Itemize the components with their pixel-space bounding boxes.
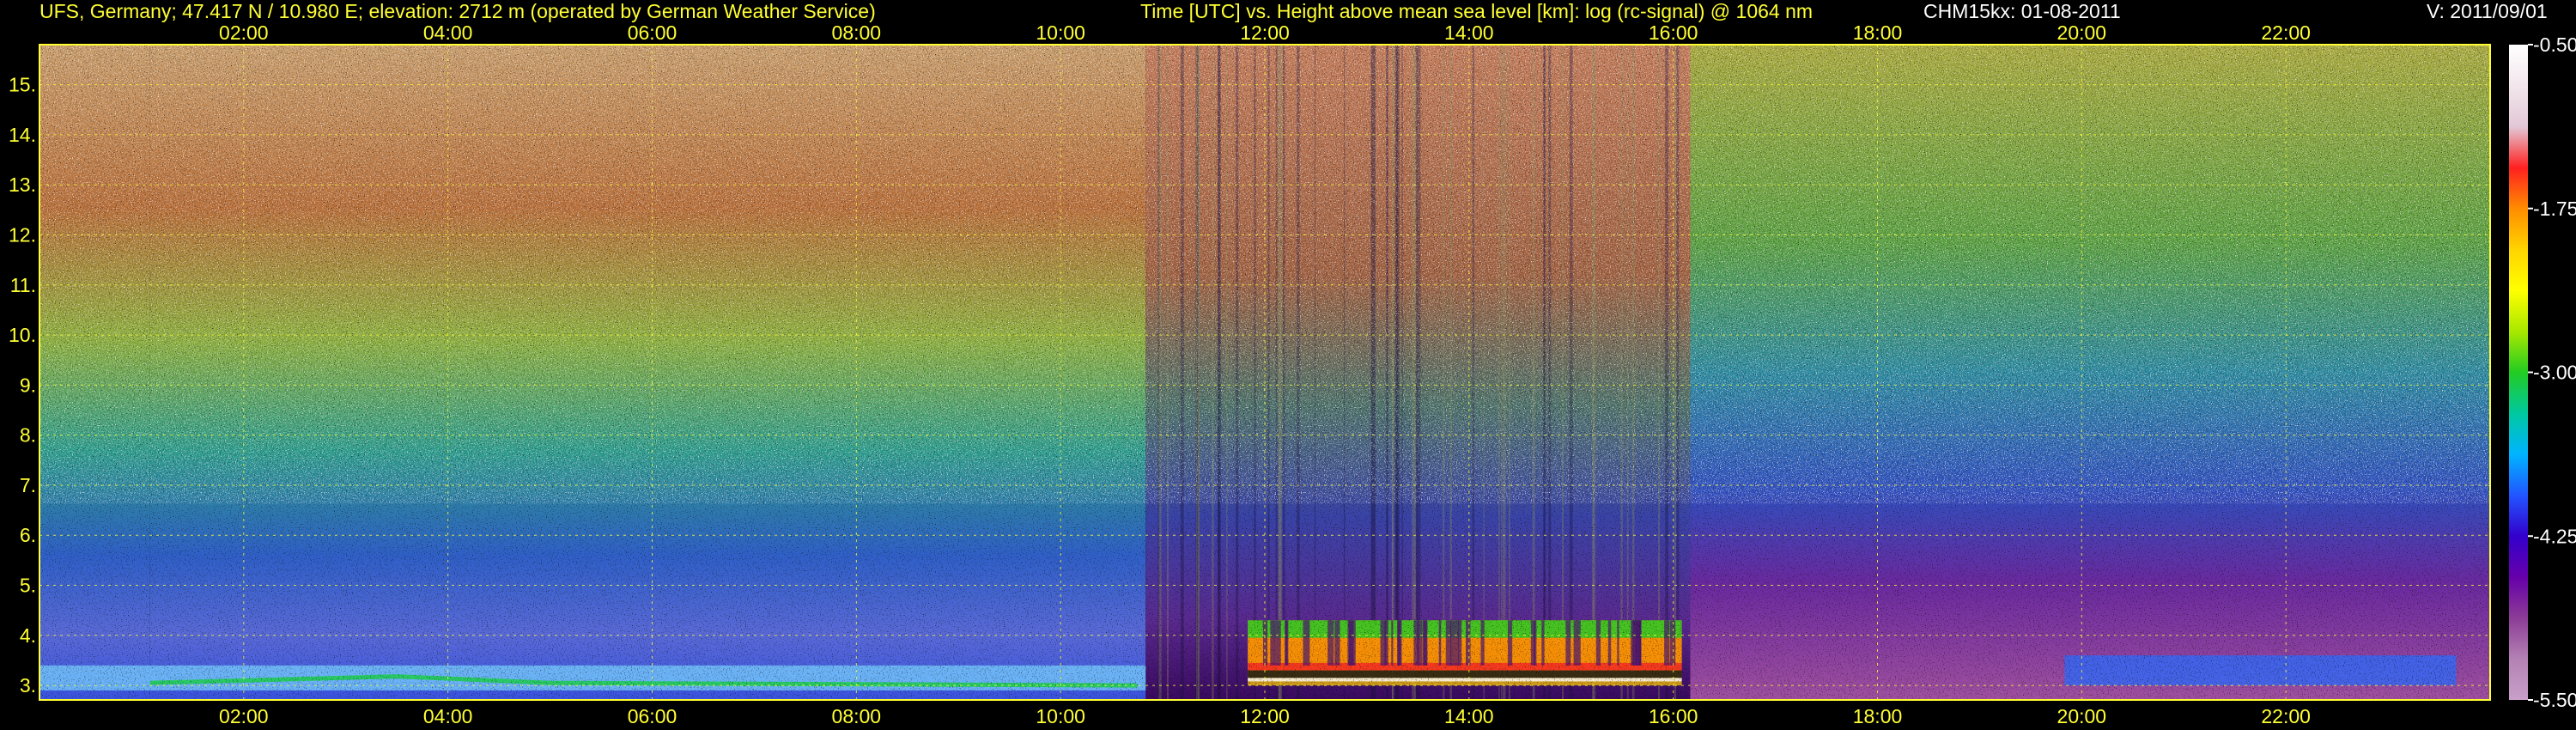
ceilometer-chart: 02:00 02:00 04:00 04:00 06:00 06:00 08:00 08:00… <box>9 21 2576 727</box>
x-tick-label: 22:00 <box>2261 705 2311 727</box>
x-tick-label-top: 20:00 <box>2057 21 2107 44</box>
y-tick-label: 13. <box>9 173 36 196</box>
y-tick-label: 12. <box>9 223 36 246</box>
x-tick-label-top: 02:00 <box>219 21 269 44</box>
x-tick-label-top: 16:00 <box>1649 21 1698 44</box>
y-tick-label: 3. <box>20 674 36 697</box>
x-tick-label-top: 08:00 <box>832 21 882 44</box>
y-tick-label: 4. <box>20 624 36 647</box>
x-tick-label-top: 22:00 <box>2261 21 2311 44</box>
y-tick-label: 5. <box>20 575 36 597</box>
y-tick-label: 9. <box>20 374 36 396</box>
x-tick-label: 12:00 <box>1240 705 1290 727</box>
x-tick-label: 16:00 <box>1649 705 1698 727</box>
y-tick-label: 14. <box>9 124 36 146</box>
x-tick-label: 08:00 <box>832 705 882 727</box>
colorbar: -0.50 -1.75 -3.00 -4.25 -5.50 <box>2509 33 2576 711</box>
y-tick-label: 10. <box>9 324 36 346</box>
colorbar-bar <box>2509 45 2528 700</box>
x-tick-label: 04:00 <box>423 705 473 727</box>
x-tick-label-top: 14:00 <box>1444 21 1494 44</box>
colorbar-tick-label: -5.50 <box>2533 689 2576 711</box>
x-tick-label-top: 10:00 <box>1036 21 1085 44</box>
colorbar-tick-label: -4.25 <box>2533 525 2576 547</box>
y-tick-label: 6. <box>20 524 36 546</box>
x-tick-label: 06:00 <box>628 705 677 727</box>
colorbar-tick-label: -0.50 <box>2533 33 2576 56</box>
x-tick-label: 02:00 <box>219 705 269 727</box>
x-tick-label: 10:00 <box>1036 705 1085 727</box>
y-tick-label: 8. <box>20 424 36 447</box>
x-tick-label: 14:00 <box>1444 705 1494 727</box>
colorbar-tick-label: -3.00 <box>2533 362 2576 384</box>
x-tick-label: 18:00 <box>1853 705 1903 727</box>
x-tick-label-top: 06:00 <box>628 21 677 44</box>
x-tick-label: 20:00 <box>2057 705 2107 727</box>
y-tick-label: 11. <box>10 274 36 296</box>
x-tick-label-top: 18:00 <box>1853 21 1903 44</box>
colorbar-tick-label: -1.75 <box>2533 198 2576 220</box>
y-tick-label: 15. <box>9 74 36 96</box>
x-tick-label-top: 04:00 <box>423 21 473 44</box>
y-tick-label: 7. <box>20 474 36 496</box>
x-tick-label-top: 12:00 <box>1240 21 1290 44</box>
